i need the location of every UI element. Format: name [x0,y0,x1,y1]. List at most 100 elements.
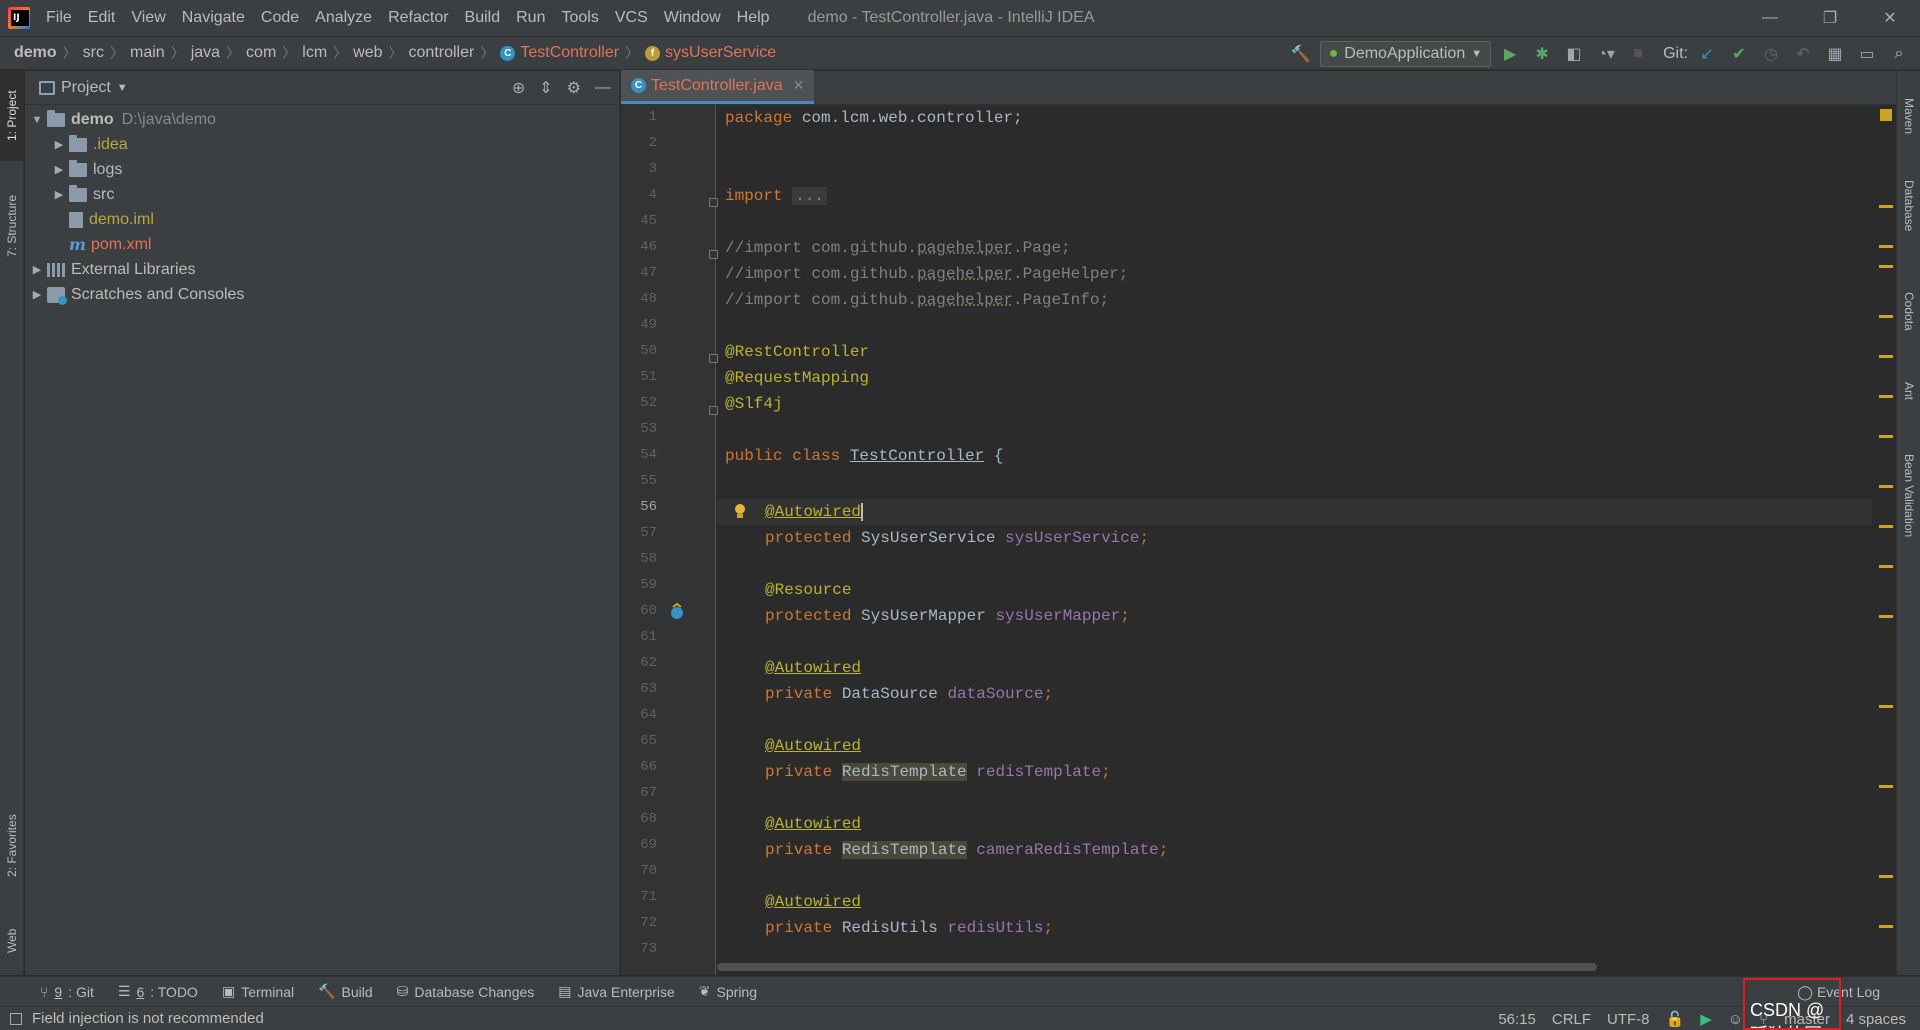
chevron-right-icon[interactable]: ▶ [51,163,67,176]
tree-item-demo-iml[interactable]: demo.iml [25,207,619,232]
project-structure-icon[interactable]: ▦ [1822,41,1848,67]
menu-code[interactable]: Code [253,0,307,36]
tool-tab-ant[interactable]: Ant [1897,361,1920,421]
git-history-icon[interactable]: ◷ [1758,41,1784,67]
menu-vcs[interactable]: VCS [607,0,656,36]
tool-tab-database-changes[interactable]: ⛁ Database Changes [397,983,535,1000]
search-everywhere-icon[interactable]: ⌕ [1886,41,1912,67]
menu-run[interactable]: Run [508,0,553,36]
chevron-right-icon[interactable]: ▶ [51,188,67,201]
warning-marker[interactable] [1879,265,1893,268]
warning-marker[interactable] [1879,315,1893,318]
tool-tab-codota[interactable]: Codota [1897,271,1920,351]
run-icon[interactable]: ▶ [1497,41,1523,67]
warning-marker[interactable] [1879,705,1893,708]
file-encoding[interactable]: UTF-8 [1607,1011,1650,1028]
breadcrumb-testcontroller[interactable]: C TestController [496,44,623,62]
warning-marker[interactable] [1879,435,1893,438]
tool-tab-java-enterprise[interactable]: ▤ Java Enterprise [558,983,675,1000]
status-message[interactable]: Field injection is not recommended [32,1010,264,1027]
tree-item-demo[interactable]: ▼ demo D:\java\demo [25,107,619,132]
inspection-warning-icon[interactable] [1880,109,1892,121]
chevron-down-icon[interactable]: ▼ [29,114,45,126]
tree-item-scratches[interactable]: ▶ Scratches and Consoles [25,282,619,307]
tree-item-pom-xml[interactable]: m pom.xml [25,232,619,257]
build-hammer-icon[interactable]: 🔨 [1288,41,1314,67]
tool-tab-git[interactable]: ⑂ 9: Git [40,984,94,1000]
tool-tab-build[interactable]: 🔨 Build [318,983,373,1000]
caret-position[interactable]: 56:15 [1498,1011,1536,1028]
debug-icon[interactable]: ✱ [1529,41,1555,67]
breadcrumb-controller[interactable]: controller [405,44,479,62]
horizontal-scrollbar[interactable] [717,963,1597,971]
presentation-icon[interactable]: ▭ [1854,41,1880,67]
warning-marker[interactable] [1879,245,1893,248]
code-editor[interactable]: package com.lcm.web.controller; import .… [717,105,1872,975]
run-configuration-select[interactable]: ● DemoApplication ▼ [1319,41,1492,67]
tool-tab-maven[interactable]: Maven [1897,81,1920,151]
lock-icon[interactable]: 🔓 [1666,1010,1685,1028]
lightbulb-icon[interactable] [733,503,747,521]
close-icon[interactable]: ✕ [793,77,805,94]
tree-item-idea[interactable]: ▶ .idea [25,132,619,157]
git-rollback-icon[interactable]: ↶ [1790,41,1816,67]
tool-tab-web[interactable]: Web [0,911,24,971]
warning-marker[interactable] [1879,875,1893,878]
tool-tab-todo[interactable]: ☰ 6: TODO [118,983,198,1000]
editor-tab-testcontroller[interactable]: C TestController.java ✕ [621,70,815,104]
breadcrumb-main[interactable]: main [126,44,169,62]
menu-file[interactable]: File [38,0,80,36]
breadcrumb-com[interactable]: com [242,44,280,62]
menu-tools[interactable]: Tools [553,0,606,36]
collapse-all-icon[interactable]: ⇕ [539,78,552,98]
tool-tab-database[interactable]: Database [1897,161,1920,251]
codota-icon[interactable]: ▶ [1700,1010,1712,1028]
error-stripe[interactable] [1876,105,1896,975]
git-update-icon[interactable]: ↙ [1694,41,1720,67]
warning-marker[interactable] [1879,485,1893,488]
line-separator[interactable]: CRLF [1552,1011,1591,1028]
menu-navigate[interactable]: Navigate [174,0,253,36]
breadcrumb-java[interactable]: java [187,44,224,62]
tool-tab-project[interactable]: 1: Project [0,71,24,161]
git-commit-icon[interactable]: ✔ [1726,41,1752,67]
hector-icon[interactable]: ☺ [1728,1011,1743,1028]
tree-item-external-libraries[interactable]: ▶ External Libraries [25,257,619,282]
tool-tab-spring[interactable]: ❦ Spring [699,983,757,1000]
tree-item-src[interactable]: ▶ src [25,182,619,207]
chevron-right-icon[interactable]: ▶ [29,263,45,276]
hide-icon[interactable]: — [595,79,611,97]
menu-view[interactable]: View [123,0,173,36]
tool-tab-favorites[interactable]: 2: Favorites [0,791,24,901]
tree-item-logs[interactable]: ▶ logs [25,157,619,182]
tool-tab-bean-validation[interactable]: Bean Validation [1897,431,1920,561]
gear-icon[interactable]: ⚙ [567,78,581,98]
warning-marker[interactable] [1879,785,1893,788]
menu-window[interactable]: Window [656,0,729,36]
locate-icon[interactable]: ⊕ [512,78,525,98]
close-window-button[interactable]: ✕ [1860,0,1920,36]
warning-marker[interactable] [1879,395,1893,398]
breadcrumb-lcm[interactable]: lcm [298,44,331,62]
breadcrumb-demo[interactable]: demo [10,44,61,62]
warning-marker[interactable] [1879,355,1893,358]
project-panel-title[interactable]: Project [61,79,111,97]
stop-icon[interactable]: ■ [1625,41,1651,67]
menu-help[interactable]: Help [729,0,778,36]
tool-tab-terminal[interactable]: ▣ Terminal [222,983,294,1000]
restore-button[interactable]: ❐ [1800,0,1860,36]
breadcrumb-src[interactable]: src [79,44,108,62]
breadcrumb-sysuserservice[interactable]: f sysUserService [641,44,780,62]
indent-setting[interactable]: 4 spaces [1846,1011,1906,1028]
warning-marker[interactable] [1879,615,1893,618]
warning-marker[interactable] [1879,925,1893,928]
toggle-tool-windows-icon[interactable] [10,1012,22,1025]
profile-icon[interactable]: ◔▾ [1593,41,1619,67]
autowired-bean-icon[interactable] [668,603,686,621]
menu-edit[interactable]: Edit [80,0,124,36]
coverage-icon[interactable]: ◧ [1561,41,1587,67]
folded-imports[interactable]: ... [792,187,828,205]
chevron-down-icon[interactable]: ▼ [117,82,128,94]
chevron-right-icon[interactable]: ▶ [51,138,67,151]
warning-marker[interactable] [1879,525,1893,528]
